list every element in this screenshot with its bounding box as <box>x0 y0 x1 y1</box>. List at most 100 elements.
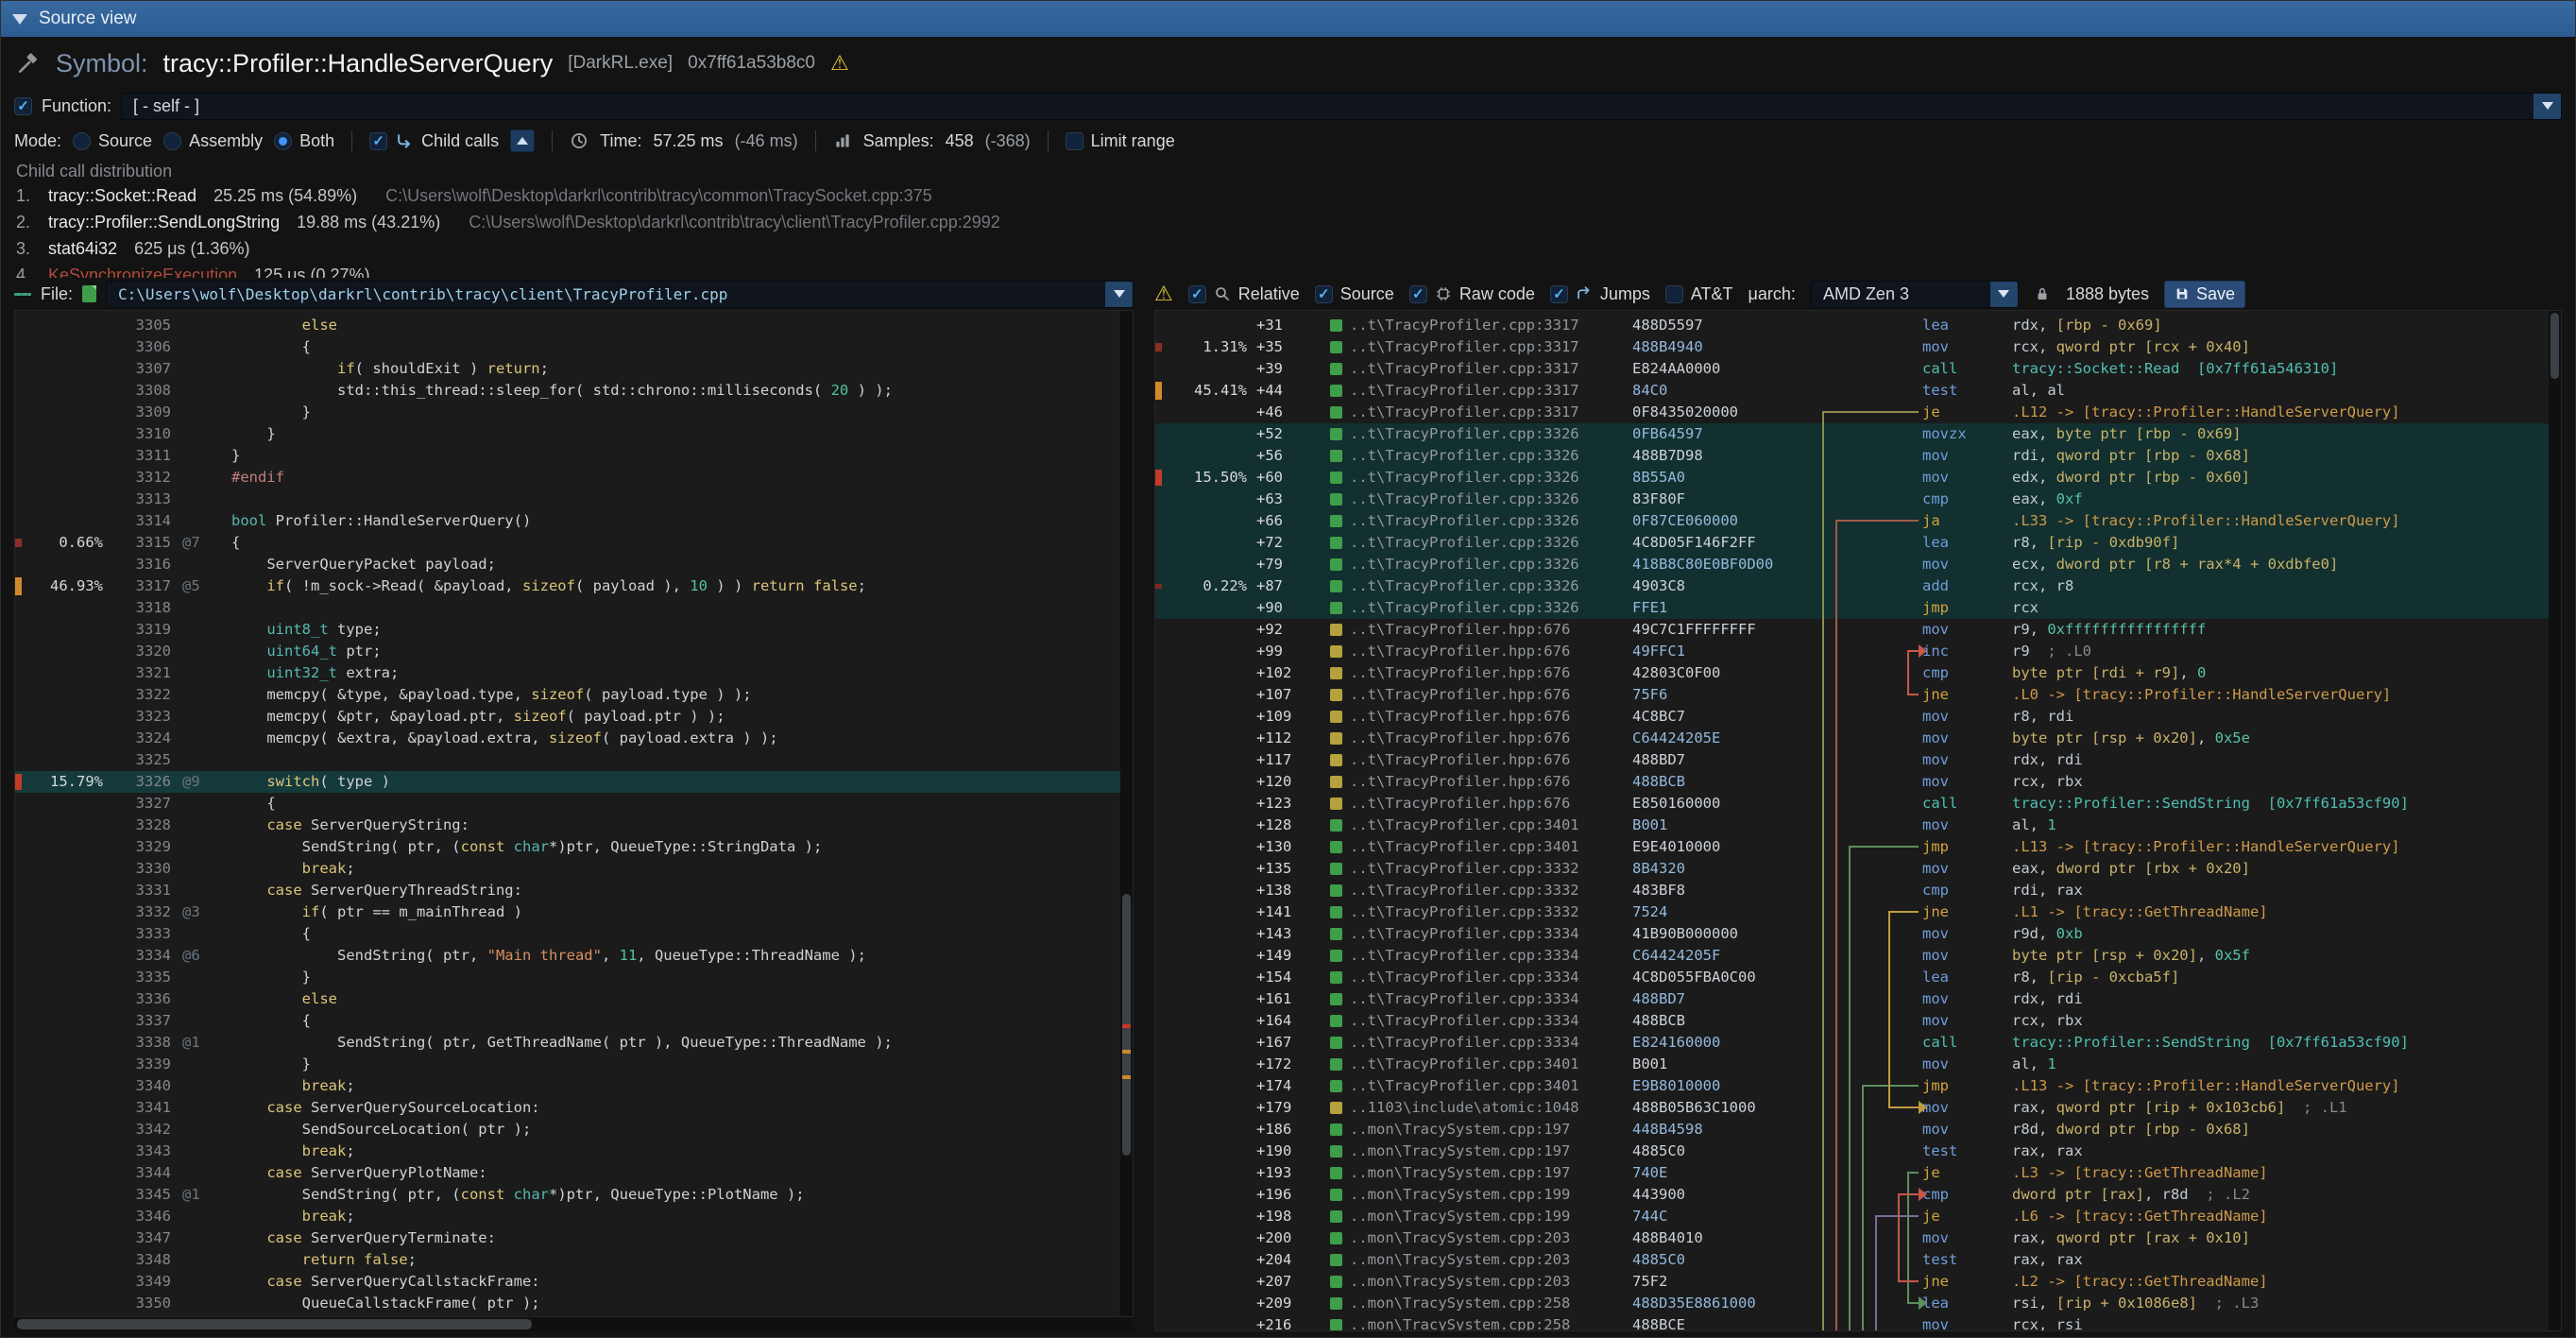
asm-instruction-row[interactable]: +143..t\TracyProfiler.cpp:333441B90B0000… <box>1155 923 2549 945</box>
asm-instruction-row[interactable]: +204..mon\TracySystem.cpp:2034885C0testr… <box>1155 1249 2549 1271</box>
child-calls-toggle[interactable]: ✓ Child calls <box>369 131 499 151</box>
raw-code-checkbox[interactable]: ✓ <box>1409 285 1427 303</box>
asm-source-location[interactable]: ..t\TracyProfiler.hpp:676 <box>1330 706 1632 728</box>
asm-instruction-row[interactable]: +209..mon\TracySystem.cpp:258488D35E8861… <box>1155 1293 2549 1314</box>
function-checkbox[interactable]: ✓ <box>14 97 32 115</box>
mode-radio-assembly[interactable]: Assembly <box>163 131 263 151</box>
asm-source-location[interactable]: ..t\TracyProfiler.cpp:3334 <box>1330 1010 1632 1032</box>
asm-source-location[interactable]: ..mon\TracySystem.cpp:197 <box>1330 1119 1632 1141</box>
source-line[interactable]: 3332@3 if( ptr == m_mainThread ) <box>15 901 1120 923</box>
asm-instruction-row[interactable]: +72..t\TracyProfiler.cpp:33264C8D05F146F… <box>1155 532 2549 554</box>
asm-source-location[interactable]: ..t\TracyProfiler.cpp:3332 <box>1330 901 1632 923</box>
asm-source-location[interactable]: ..1103\include\atomic:1048 <box>1330 1097 1632 1119</box>
att-checkbox[interactable] <box>1665 285 1683 303</box>
asm-instruction-row[interactable]: +56..t\TracyProfiler.cpp:3326488B7D98mov… <box>1155 445 2549 467</box>
source-line[interactable]: 3333 { <box>15 923 1120 945</box>
source-line[interactable]: 3340 break; <box>15 1075 1120 1097</box>
asm-source-location[interactable]: ..mon\TracySystem.cpp:203 <box>1330 1249 1632 1271</box>
child-call-entry[interactable]: 1.tracy::Socket::Read25.25 ms (54.89%)C:… <box>16 182 2560 209</box>
jumps-checkbox[interactable]: ✓ <box>1550 285 1568 303</box>
asm-instruction-row[interactable]: +167..t\TracyProfiler.cpp:3334E824160000… <box>1155 1032 2549 1054</box>
asm-instruction-row[interactable]: 45.41%+44..t\TracyProfiler.cpp:331784C0t… <box>1155 380 2549 402</box>
source-line[interactable]: 3343 break; <box>15 1141 1120 1162</box>
scrollbar-thumb[interactable] <box>17 1319 532 1329</box>
propagate-up-button[interactable] <box>510 129 535 152</box>
asm-instruction-row[interactable]: +52..t\TracyProfiler.cpp:33260FB64597mov… <box>1155 423 2549 445</box>
source-line[interactable]: 3339 } <box>15 1054 1120 1075</box>
asm-instruction-row[interactable]: 15.50%+60..t\TracyProfiler.cpp:33268B55A… <box>1155 467 2549 489</box>
source-line[interactable]: 3341 case ServerQuerySourceLocation: <box>15 1097 1120 1119</box>
asm-instruction-row[interactable]: +200..mon\TracySystem.cpp:203488B4010mov… <box>1155 1227 2549 1249</box>
source-line[interactable]: 3335 } <box>15 967 1120 988</box>
asm-source-location[interactable]: ..t\TracyProfiler.hpp:676 <box>1330 662 1632 684</box>
asm-source-location[interactable]: ..t\TracyProfiler.cpp:3326 <box>1330 423 1632 445</box>
asm-source-location[interactable]: ..t\TracyProfiler.cpp:3326 <box>1330 445 1632 467</box>
asm-instruction-row[interactable]: +161..t\TracyProfiler.cpp:3334488BD7movr… <box>1155 988 2549 1010</box>
asm-source-location[interactable]: ..t\TracyProfiler.cpp:3334 <box>1330 1032 1632 1054</box>
collapse-icon[interactable] <box>12 14 27 25</box>
asm-source-location[interactable]: ..t\TracyProfiler.cpp:3326 <box>1330 532 1632 554</box>
source-line[interactable]: 3319 uint8_t type; <box>15 619 1120 641</box>
jumps-toggle[interactable]: ✓ Jumps <box>1550 284 1650 304</box>
source-line[interactable]: 3349 case ServerQueryCallstackFrame: <box>15 1271 1120 1293</box>
source-line[interactable]: 3323 memcpy( &ptr, &payload.ptr, sizeof(… <box>15 706 1120 728</box>
source-line[interactable]: 46.93%3317@5 if( !m_sock->Read( &payload… <box>15 575 1120 597</box>
asm-source-location[interactable]: ..t\TracyProfiler.cpp:3334 <box>1330 923 1632 945</box>
mode-radio-both[interactable]: Both <box>274 131 334 151</box>
source-line[interactable]: 3329 SendString( ptr, (const char*)ptr, … <box>15 836 1120 858</box>
asm-source-location[interactable]: ..t\TracyProfiler.cpp:3326 <box>1330 510 1632 532</box>
child-call-entry[interactable]: 4.KeSynchronizeExecution125 μs (0.27%) <box>16 262 2560 278</box>
asm-instruction-row[interactable]: +216..mon\TracySystem.cpp:258488BCEmovrc… <box>1155 1314 2549 1330</box>
asm-instruction-row[interactable]: +190..mon\TracySystem.cpp:1974885C0testr… <box>1155 1141 2549 1162</box>
asm-instruction-row[interactable]: +102..t\TracyProfiler.hpp:67642803C0F00c… <box>1155 662 2549 684</box>
raw-code-toggle[interactable]: ✓ Raw code <box>1409 284 1535 304</box>
asm-source-location[interactable]: ..t\TracyProfiler.cpp:3334 <box>1330 988 1632 1010</box>
asm-source-location[interactable]: ..t\TracyProfiler.cpp:3326 <box>1330 489 1632 510</box>
asm-source-location[interactable]: ..t\TracyProfiler.cpp:3401 <box>1330 815 1632 836</box>
source-line[interactable]: 3350 QueueCallstackFrame( ptr ); <box>15 1293 1120 1314</box>
asm-instruction-row[interactable]: +141..t\TracyProfiler.cpp:33327524jne.L1… <box>1155 901 2549 923</box>
asm-source-location[interactable]: ..mon\TracySystem.cpp:258 <box>1330 1293 1632 1314</box>
asm-instruction-row[interactable]: +63..t\TracyProfiler.cpp:332683F80Fcmpea… <box>1155 489 2549 510</box>
asm-instruction-row[interactable]: +66..t\TracyProfiler.cpp:33260F87CE06000… <box>1155 510 2549 532</box>
source-line[interactable]: 15.79%3326@9 switch( type ) <box>15 771 1120 793</box>
asm-source-location[interactable]: ..t\TracyProfiler.hpp:676 <box>1330 793 1632 815</box>
source-line[interactable]: 3316 ServerQueryPacket payload; <box>15 554 1120 575</box>
asm-instruction-row[interactable]: +31..t\TracyProfiler.cpp:3317488D5597lea… <box>1155 315 2549 336</box>
asm-instruction-row[interactable]: +79..t\TracyProfiler.cpp:3326418B8C80E0B… <box>1155 554 2549 575</box>
asm-source-location[interactable]: ..t\TracyProfiler.cpp:3317 <box>1330 402 1632 423</box>
limit-range-checkbox[interactable] <box>1066 132 1083 150</box>
asm-instruction-row[interactable]: +198..mon\TracySystem.cpp:199744Cje.L6 -… <box>1155 1206 2549 1227</box>
asm-source-location[interactable]: ..mon\TracySystem.cpp:203 <box>1330 1271 1632 1293</box>
asm-instruction-row[interactable]: +107..t\TracyProfiler.hpp:67675F6jne.L0 … <box>1155 684 2549 706</box>
asm-source-location[interactable]: ..t\TracyProfiler.cpp:3317 <box>1330 380 1632 402</box>
function-combo-arrow[interactable] <box>2533 94 2561 119</box>
limit-range-toggle[interactable]: Limit range <box>1066 131 1175 151</box>
source-line[interactable]: 3325 <box>15 749 1120 771</box>
asm-instruction-row[interactable]: +123..t\TracyProfiler.hpp:676E850160000c… <box>1155 793 2549 815</box>
file-combo-arrow[interactable] <box>1105 282 1133 307</box>
asm-source-location[interactable]: ..t\TracyProfiler.hpp:676 <box>1330 771 1632 793</box>
asm-instruction-row[interactable]: +164..t\TracyProfiler.cpp:3334488BCBmovr… <box>1155 1010 2549 1032</box>
asm-source-location[interactable]: ..t\TracyProfiler.hpp:676 <box>1330 684 1632 706</box>
asm-instruction-row[interactable]: +193..mon\TracySystem.cpp:197740Eje.L3 -… <box>1155 1162 2549 1184</box>
asm-instruction-row[interactable]: +90..t\TracyProfiler.cpp:3326FFE1jmprcx <box>1155 597 2549 619</box>
source-line[interactable]: 3311} <box>15 445 1120 467</box>
source-line[interactable]: 3305 else <box>15 315 1120 336</box>
asm-instruction-row[interactable]: +128..t\TracyProfiler.cpp:3401B001moval,… <box>1155 815 2549 836</box>
att-syntax-toggle[interactable]: AT&T <box>1665 284 1733 304</box>
source-line[interactable]: 3328 case ServerQueryString: <box>15 815 1120 836</box>
relative-toggle[interactable]: ✓ Relative <box>1188 284 1300 304</box>
scrollbar-thumb[interactable] <box>2550 313 2559 379</box>
asm-source-location[interactable]: ..mon\TracySystem.cpp:197 <box>1330 1162 1632 1184</box>
asm-instruction-row[interactable]: +112..t\TracyProfiler.hpp:676C64424205Em… <box>1155 728 2549 749</box>
source-line[interactable]: 3322 memcpy( &type, &payload.type, sizeo… <box>15 684 1120 706</box>
asm-instruction-row[interactable]: 1.31%+35..t\TracyProfiler.cpp:3317488B49… <box>1155 336 2549 358</box>
source-line[interactable]: 3314bool Profiler::HandleServerQuery() <box>15 510 1120 532</box>
asm-source-location[interactable]: ..t\TracyProfiler.cpp:3317 <box>1330 336 1632 358</box>
asm-source-location[interactable]: ..t\TracyProfiler.cpp:3326 <box>1330 597 1632 619</box>
asm-instruction-row[interactable]: +109..t\TracyProfiler.hpp:6764C8BC7movr8… <box>1155 706 2549 728</box>
uarch-combo-arrow[interactable] <box>1990 282 2018 307</box>
asm-source-location[interactable]: ..t\TracyProfiler.hpp:676 <box>1330 749 1632 771</box>
asm-source-location[interactable]: ..t\TracyProfiler.hpp:676 <box>1330 619 1632 641</box>
